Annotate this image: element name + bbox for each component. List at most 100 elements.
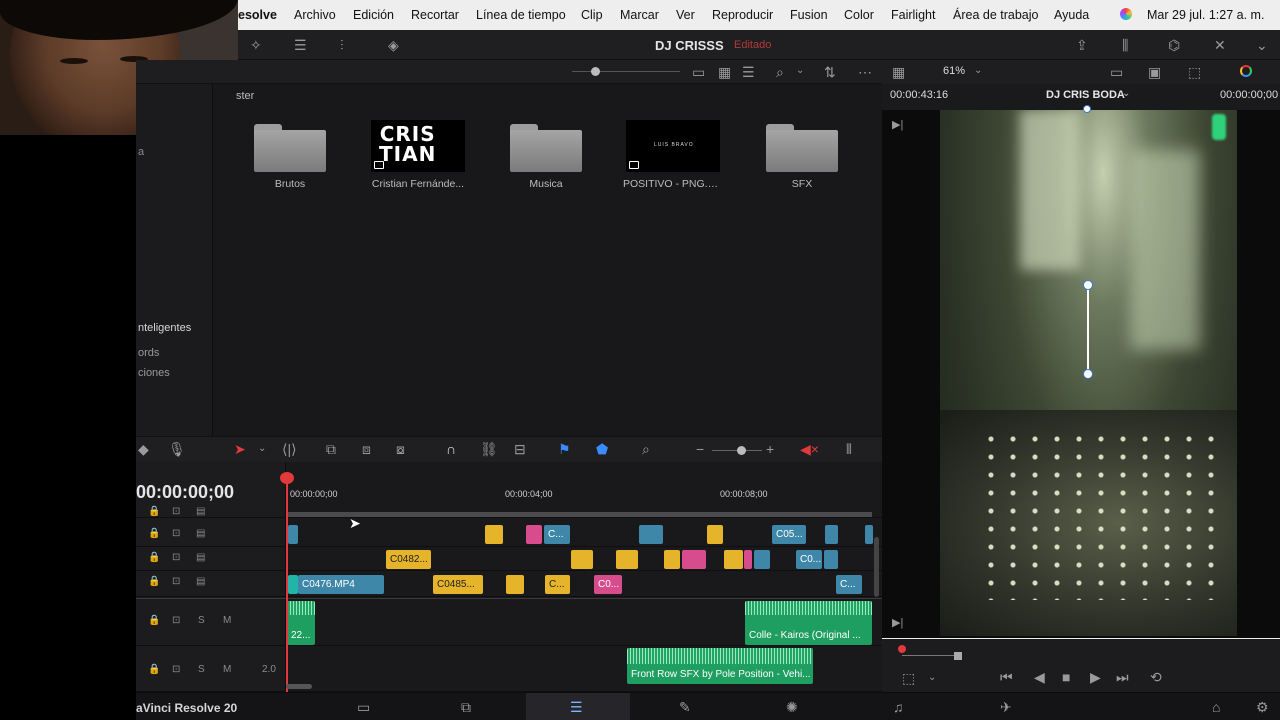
auto-select-icon[interactable]: ⊡ — [172, 528, 180, 539]
clip-image-positivo[interactable]: LUIS BRAVO POSITIVO - PNG.png — [623, 120, 723, 190]
video-viewer[interactable]: ▶| ▶| — [882, 105, 1280, 638]
crop-icon[interactable]: ⬚ — [902, 670, 915, 687]
menu-linea-de-tiempo[interactable]: Línea de tiempo — [476, 8, 566, 22]
trim-tool-icon[interactable]: ⟨|⟩ — [282, 441, 297, 458]
clip-folder-brutos[interactable]: Brutos — [240, 120, 340, 190]
microphone-icon[interactable]: 🎙 — [168, 441, 186, 458]
auto-select-icon[interactable]: ⊡ — [172, 664, 180, 675]
cut-page-icon[interactable]: ⧉ — [461, 699, 471, 716]
video-clip[interactable] — [288, 525, 298, 544]
overlay-icon[interactable]: ▣ — [1148, 64, 1161, 81]
video-clip[interactable]: C... — [545, 575, 570, 594]
search-icon[interactable]: ⌕ — [776, 64, 784, 81]
menu-fusion[interactable]: Fusion — [790, 8, 828, 22]
chevron-down-icon[interactable]: ⌄ — [974, 65, 982, 76]
lock-icon[interactable]: 🔒 — [148, 576, 160, 587]
timeline[interactable]: 00:00:00;00 00:00:00;00 00:00:04;00 00:0… — [136, 462, 882, 692]
next-frame-icon[interactable]: ▶| — [892, 616, 903, 629]
playhead-marker[interactable] — [898, 645, 906, 653]
media-page-icon[interactable]: ▭ — [357, 699, 370, 716]
video-clip[interactable]: C0476.MP4 — [298, 575, 384, 594]
chevron-down-icon[interactable]: ⌄ — [796, 65, 804, 76]
auto-select-icon[interactable]: ⊡ — [172, 506, 180, 517]
zoom-icon[interactable]: ⌕ — [642, 441, 650, 458]
metadata-view-icon[interactable]: ▭ — [692, 64, 705, 81]
sort-icon[interactable]: ⇅ — [824, 64, 836, 81]
menu-reproducir[interactable]: Reproducir — [712, 8, 773, 22]
menu-area-de-trabajo[interactable]: Área de trabajo — [953, 8, 1038, 22]
list-icon[interactable]: ☰ — [294, 37, 307, 54]
auto-select-icon[interactable]: ⊡ — [172, 615, 180, 626]
insert-clip-icon[interactable]: ⧉ — [326, 441, 336, 458]
siri-icon[interactable] — [1120, 8, 1132, 20]
auto-select-icon[interactable]: ⊡ — [172, 552, 180, 563]
viewer-scrub-line[interactable] — [882, 638, 1280, 639]
audio-mixer-icon[interactable]: ⫶ — [340, 37, 344, 54]
selection-tool-icon[interactable]: ➤ — [234, 441, 246, 458]
deliver-page-icon[interactable]: ✈ — [1000, 699, 1012, 716]
audio-clip[interactable]: Front Row SFX by Pole Position - Vehi... — [627, 648, 813, 684]
audio-clip[interactable]: 22... — [287, 601, 315, 645]
video-clip[interactable] — [288, 575, 298, 594]
viewer-layout-icon[interactable]: ▦ — [892, 64, 905, 81]
video-clip[interactable] — [616, 550, 638, 569]
solo-button[interactable]: S — [198, 664, 205, 675]
vertical-scrollbar[interactable] — [874, 537, 879, 597]
color-wheel-icon[interactable] — [1240, 65, 1252, 77]
loop-icon[interactable]: ⟲ — [1150, 669, 1162, 686]
mixer-icon[interactable]: ⫼ — [1122, 37, 1128, 54]
transform-icon[interactable]: ⬚ — [1188, 64, 1201, 81]
auto-select-icon[interactable]: ⊡ — [172, 576, 180, 587]
lock-icon[interactable]: 🔒 — [148, 506, 160, 517]
thumbnail-size-slider[interactable] — [572, 71, 680, 72]
play-reverse-icon[interactable]: ◀ — [1034, 669, 1045, 686]
menu-fairlight[interactable]: Fairlight — [891, 8, 935, 22]
clip-folder-musica[interactable]: Musica — [496, 120, 596, 190]
sidebar-collections[interactable]: ciones — [138, 367, 170, 379]
track-enable-icon[interactable]: ▤ — [196, 528, 205, 539]
video-clip[interactable] — [526, 525, 542, 544]
playhead[interactable] — [286, 474, 288, 692]
video-clip[interactable] — [744, 550, 752, 569]
fusion-page-icon[interactable]: ✎ — [679, 699, 691, 716]
metadata-icon[interactable]: ◈ — [388, 37, 399, 54]
color-page-icon[interactable]: ✺ — [786, 699, 798, 716]
video-clip[interactable] — [682, 550, 706, 569]
slider-knob[interactable] — [737, 446, 746, 455]
track-enable-icon[interactable]: ▤ — [196, 506, 205, 517]
menu-marcar[interactable]: Marcar — [620, 8, 659, 22]
transform-handle[interactable] — [1083, 105, 1091, 113]
slider-knob[interactable] — [591, 67, 600, 76]
lock-icon[interactable]: 🔒 — [148, 615, 160, 626]
chevron-down-icon[interactable]: ⌄ — [928, 672, 936, 683]
settings-gear-icon[interactable]: ⚙ — [1256, 699, 1269, 716]
menu-app-name[interactable]: esolve — [238, 8, 277, 22]
overwrite-clip-icon[interactable]: ⧈ — [362, 441, 371, 458]
horizontal-scrollbar[interactable] — [286, 684, 312, 689]
snapping-icon[interactable]: ∩ — [446, 441, 456, 457]
lock-icon[interactable]: 🔒 — [148, 552, 160, 563]
list-view-icon[interactable]: ☰ — [742, 64, 755, 81]
jog-slider[interactable] — [902, 655, 962, 656]
layout-icon[interactable]: ◆ — [138, 441, 149, 458]
chevron-down-icon[interactable]: ⌄ — [258, 443, 266, 454]
video-clip[interactable] — [865, 525, 873, 544]
zoom-in-icon[interactable]: + — [766, 441, 774, 457]
lock-icon[interactable]: 🔒 — [148, 664, 160, 675]
lock-icon[interactable]: ⊟ — [514, 441, 526, 458]
skip-forward-icon[interactable]: ⏭ — [1116, 669, 1129, 686]
video-clip[interactable] — [724, 550, 743, 569]
zoom-level[interactable]: 61% — [943, 65, 965, 77]
mute-button[interactable]: M — [223, 615, 231, 626]
menu-recortar[interactable]: Recortar — [411, 8, 459, 22]
clip-folder-sfx[interactable]: SFX — [752, 120, 852, 190]
timeline-ruler[interactable]: 00:00:00;00 00:00:04;00 00:00:08;00 — [286, 478, 872, 517]
previous-frame-icon[interactable]: ▶| — [892, 118, 903, 131]
magic-wand-icon[interactable]: ✧ — [250, 37, 262, 54]
replace-clip-icon[interactable]: ⧇ — [396, 441, 405, 458]
edit-page-icon[interactable]: ☰ — [570, 699, 583, 716]
chevron-down-icon[interactable]: ⌄ — [1122, 88, 1130, 99]
transform-handle[interactable] — [1083, 369, 1093, 379]
menu-clip[interactable]: Clip — [581, 8, 603, 22]
video-clip[interactable] — [571, 550, 593, 569]
